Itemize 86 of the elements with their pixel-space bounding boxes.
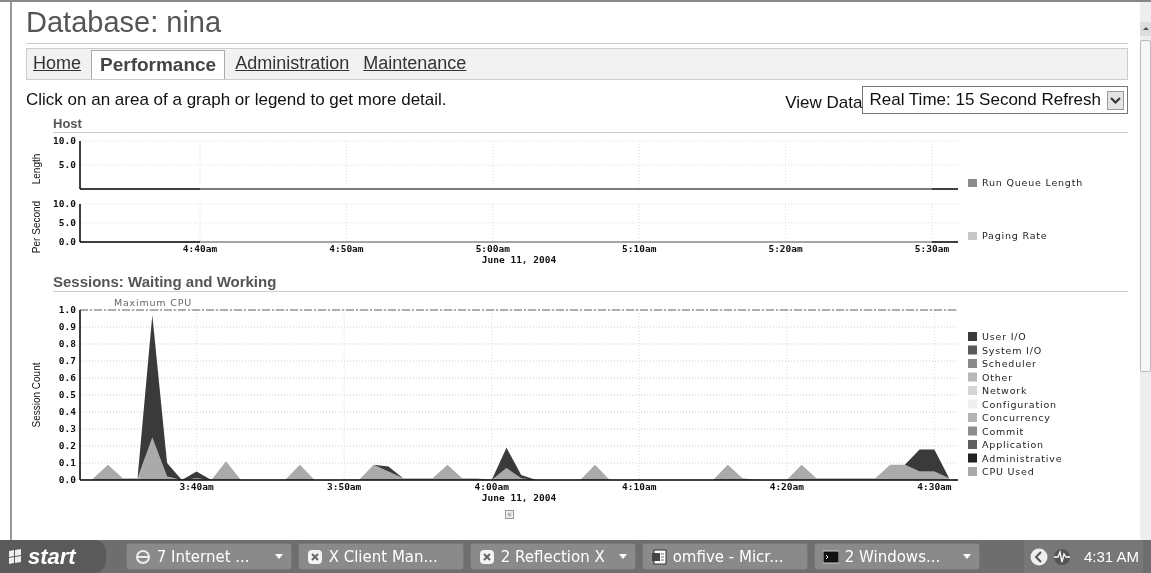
x-window-icon xyxy=(306,548,323,565)
legend-swatch[interactable] xyxy=(968,332,977,341)
legend-label[interactable]: Application xyxy=(982,439,1044,450)
y-tick-label: 0.5 xyxy=(58,389,76,400)
x-tick-label: 4:00am xyxy=(474,481,509,492)
document-icon xyxy=(650,548,667,565)
legend-label[interactable]: Network xyxy=(982,385,1028,396)
tab[interactable]: Performance xyxy=(91,50,226,79)
chevron-left-icon[interactable] xyxy=(1029,547,1048,566)
x-tick-label: 4:50am xyxy=(329,243,364,254)
image-icon xyxy=(505,510,514,519)
x-tick-label: 5:20am xyxy=(768,243,803,254)
y-tick-label: 0.0 xyxy=(58,474,76,485)
x-tick-label: 4:20am xyxy=(769,481,804,492)
y-tick-label: 0.8 xyxy=(58,338,76,349)
y-tick-label: 0.9 xyxy=(58,321,76,332)
legend-swatch[interactable] xyxy=(968,345,977,355)
legend-swatch[interactable] xyxy=(968,413,977,422)
x-window-icon xyxy=(478,548,495,565)
legend-swatch[interactable] xyxy=(968,440,977,449)
legend-swatch[interactable] xyxy=(968,426,977,436)
flag-icon xyxy=(8,548,22,565)
x-tick-label: 3:50am xyxy=(326,481,362,492)
annotation-label: Maximum CPU xyxy=(114,297,192,308)
legend-label[interactable]: User I/O xyxy=(982,331,1027,342)
legend-swatch[interactable] xyxy=(968,359,977,368)
clock: 4:31 AM xyxy=(1083,548,1139,565)
y-tick-label: 1.0 xyxy=(58,304,76,315)
view-data-label: View Data xyxy=(785,93,863,113)
y-axis-line xyxy=(79,140,81,190)
caret-icon xyxy=(1107,90,1124,110)
y-tick-label: 0.4 xyxy=(58,406,76,417)
x-tick-label: 4:10am xyxy=(622,481,657,492)
x-tick-label: 5:30am xyxy=(914,243,950,254)
legend-swatch[interactable] xyxy=(968,467,977,476)
x-tick-label: 4:30am xyxy=(917,481,952,492)
legend-label[interactable]: Administrative xyxy=(982,452,1063,464)
legend-label[interactable]: System I/O xyxy=(982,344,1042,356)
legend-swatch[interactable] xyxy=(968,179,977,187)
legend-label[interactable]: Other xyxy=(982,371,1013,383)
scroll-thumb[interactable] xyxy=(1140,40,1151,372)
legend-label[interactable]: Commit xyxy=(982,425,1025,437)
legend-swatch[interactable] xyxy=(968,453,977,463)
y-tick-label: 0.0 xyxy=(58,236,76,247)
x-tick-label: 4:40am xyxy=(182,243,218,254)
y-tick-label: 0.7 xyxy=(58,355,76,366)
view-data-select[interactable]: Real Time: 15 Second Refresh xyxy=(862,86,1128,114)
globe-icon xyxy=(134,548,151,565)
y-tick-label: 0.3 xyxy=(58,423,76,434)
legend-label[interactable]: Concurrency xyxy=(982,412,1051,423)
y-tick-label: 0.1 xyxy=(58,457,76,468)
tab[interactable]: Administration xyxy=(235,53,350,79)
y-tick-label: 10.0 xyxy=(53,198,76,209)
y-tick-label: 10.0 xyxy=(53,135,76,146)
legend-label[interactable]: CPU Used xyxy=(982,466,1035,477)
start-button[interactable]: start xyxy=(0,540,106,573)
section-heading: Sessions: Waiting and Working xyxy=(53,273,1128,292)
legend-label[interactable]: Configuration xyxy=(982,398,1057,410)
x-axis-label: June 11, 2004 xyxy=(481,254,557,265)
legend-label[interactable]: Scheduler xyxy=(982,358,1037,369)
legend-label[interactable]: Run Queue Length xyxy=(982,177,1084,188)
y-axis-line xyxy=(79,203,81,243)
x-tick-label: 5:00am xyxy=(475,243,510,254)
legend-swatch[interactable] xyxy=(968,232,977,240)
page-title: Database: nina xyxy=(26,6,1128,44)
x-tick-label: 5:10am xyxy=(622,243,657,254)
pulse-icon[interactable] xyxy=(1052,547,1071,566)
y-axis-label: Length xyxy=(31,153,42,185)
legend-swatch[interactable] xyxy=(968,372,977,382)
y-tick-label: 0.6 xyxy=(58,372,76,383)
y-axis-label: Session Count xyxy=(31,362,42,428)
instruction-text: Click on an area of a graph or legend to get more detail. xyxy=(26,90,448,110)
y-axis-label: Per Second xyxy=(31,200,42,254)
tab[interactable]: Home xyxy=(33,53,81,79)
scroll-up-icon[interactable] xyxy=(1140,22,1151,36)
legend-swatch[interactable] xyxy=(968,386,977,395)
y-tick-label: 0.2 xyxy=(58,440,76,451)
scrollbar[interactable] xyxy=(1140,2,1151,540)
y-tick-label: 5.0 xyxy=(58,217,76,228)
console-icon xyxy=(822,549,839,564)
x-tick-label: 3:40am xyxy=(179,481,214,492)
y-tick-label: 5.0 xyxy=(58,159,76,170)
section-heading: Host xyxy=(53,116,1128,133)
tab[interactable]: Maintenance xyxy=(363,53,467,79)
x-axis-label: June 11, 2004 xyxy=(481,492,557,503)
legend-label[interactable]: Paging Rate xyxy=(982,230,1048,241)
